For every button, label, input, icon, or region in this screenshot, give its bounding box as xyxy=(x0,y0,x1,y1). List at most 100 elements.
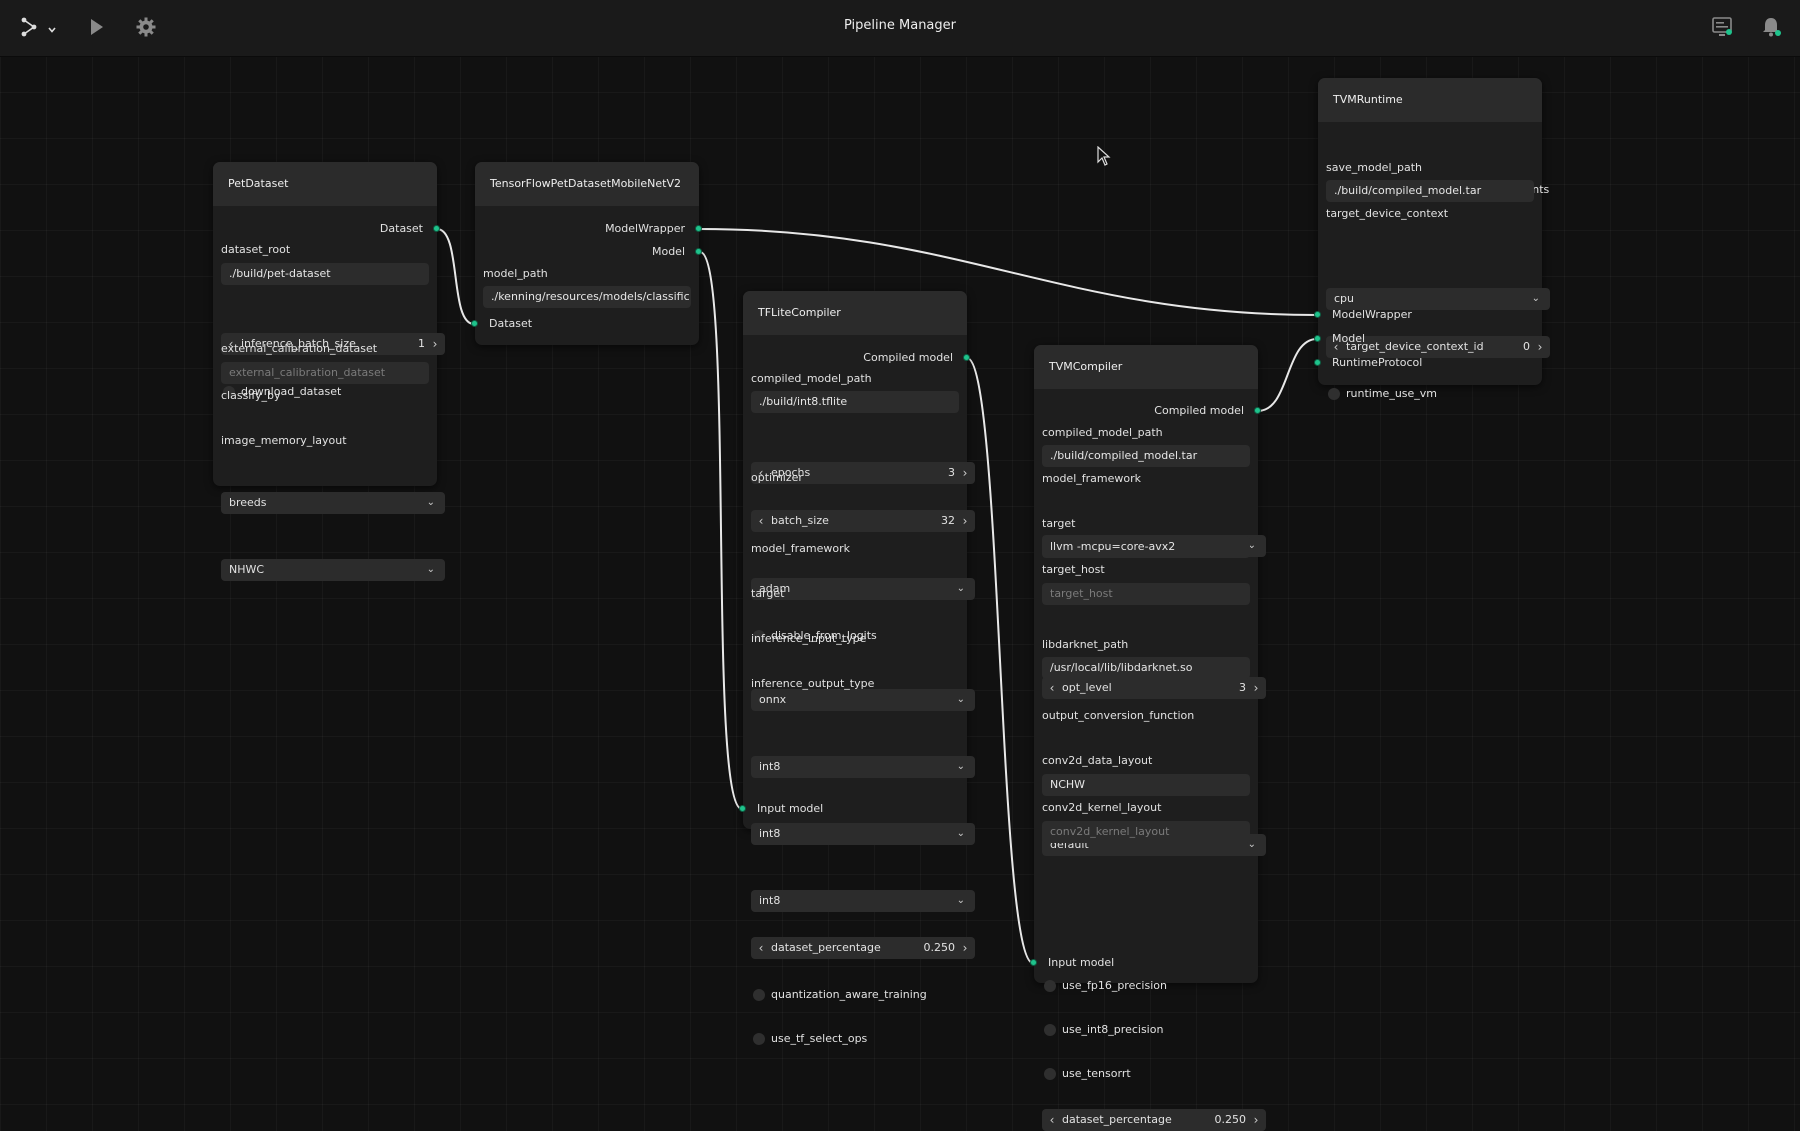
checkbox-label: use_tensorrt xyxy=(1062,1067,1131,1080)
node-title[interactable]: PetDataset xyxy=(213,162,437,206)
stepper-value: 3 xyxy=(1239,681,1246,694)
output-port-compiled-model[interactable] xyxy=(963,354,970,361)
target-input[interactable]: llvm -mcpu=core-avx2 xyxy=(1042,536,1250,558)
opt-level-stepper[interactable]: ‹ opt_level 3 › xyxy=(1042,677,1266,699)
target-select[interactable]: int8 ⌄ xyxy=(751,756,975,778)
chevron-down-icon: ⌄ xyxy=(956,761,965,772)
input-port-dataset[interactable] xyxy=(471,320,478,327)
increment-icon[interactable]: › xyxy=(427,333,443,355)
increment-icon[interactable]: › xyxy=(957,462,973,484)
stepper-label: batch_size xyxy=(771,514,829,527)
select-value: onnx xyxy=(759,693,787,706)
decrement-icon[interactable]: ‹ xyxy=(753,937,769,959)
batch-size-stepper[interactable]: ‹ batch_size 32 › xyxy=(751,510,975,532)
output-compiled-model-label: Compiled model xyxy=(863,351,953,364)
stepper-label: dataset_percentage xyxy=(1062,1113,1172,1126)
increment-icon[interactable]: › xyxy=(1248,677,1264,699)
decrement-icon[interactable]: ‹ xyxy=(753,510,769,532)
select-value: cpu xyxy=(1334,292,1355,305)
output-port-dataset[interactable] xyxy=(433,225,440,232)
input-port-model[interactable] xyxy=(1314,335,1321,342)
increment-icon[interactable]: › xyxy=(957,937,973,959)
output-port-compiled-model[interactable] xyxy=(1254,407,1261,414)
select-value: NHWC xyxy=(229,563,265,576)
input-runtime-protocol-label: RuntimeProtocol xyxy=(1332,356,1423,369)
node-pet-dataset[interactable]: PetDataset Dataset dataset_root ./build/… xyxy=(213,162,445,581)
model-path-input[interactable]: ./kenning/resources/models/classific xyxy=(483,286,691,308)
input-model-wrapper-label: ModelWrapper xyxy=(1332,308,1412,321)
node-title[interactable]: TVMRuntime xyxy=(1318,78,1542,122)
libdarknet-path-input[interactable]: /usr/local/lib/libdarknet.so xyxy=(1042,657,1250,679)
conv2d-data-layout-input[interactable]: NCHW xyxy=(1042,774,1250,796)
model-framework-select[interactable]: onnx ⌄ xyxy=(751,689,975,711)
dataset-root-input[interactable]: ./build/pet-dataset xyxy=(221,263,429,285)
model-framework-label: model_framework xyxy=(1042,472,1141,485)
output-port-model[interactable] xyxy=(695,248,702,255)
conv2d-kernel-layout-input[interactable]: conv2d_kernel_layout xyxy=(1042,821,1250,843)
use-fp16-precision-checkbox[interactable]: use_fp16_precision xyxy=(1042,977,1266,995)
image-memory-layout-select[interactable]: NHWC ⌄ xyxy=(221,559,445,581)
quantization-aware-training-checkbox[interactable]: quantization_aware_training xyxy=(751,986,975,1004)
output-port-model-wrapper[interactable] xyxy=(695,225,702,232)
input-model-label: Model xyxy=(1332,332,1366,345)
checkbox-icon[interactable] xyxy=(1328,388,1340,400)
inference-output-type-label: inference_output_type xyxy=(751,677,875,690)
select-value: int8 xyxy=(759,894,781,907)
node-title[interactable]: TFLiteCompiler xyxy=(743,291,967,335)
use-int8-precision-checkbox[interactable]: use_int8_precision xyxy=(1042,1021,1266,1039)
output-model-label: Model xyxy=(651,245,685,258)
input-port-model-wrapper[interactable] xyxy=(1314,311,1321,318)
node-title[interactable]: TVMCompiler xyxy=(1034,345,1258,389)
save-model-path-input[interactable]: ./build/compiled_model.tar xyxy=(1326,180,1534,202)
inference-input-type-select[interactable]: int8 ⌄ xyxy=(751,823,975,845)
increment-icon[interactable]: › xyxy=(1532,336,1548,358)
increment-icon[interactable]: › xyxy=(1248,1109,1264,1131)
target-label: target xyxy=(751,587,785,600)
target-host-input[interactable]: target_host xyxy=(1042,583,1250,605)
runtime-use-vm-checkbox[interactable]: runtime_use_vm xyxy=(1326,385,1550,403)
inference-output-type-select[interactable]: int8 ⌄ xyxy=(751,890,975,912)
wire-dataset xyxy=(436,228,475,325)
input-port-runtime-protocol[interactable] xyxy=(1314,359,1321,366)
external-calibration-label: external_calibration_dataset xyxy=(221,342,378,355)
checkbox-icon[interactable] xyxy=(1044,1068,1056,1080)
checkbox-label: use_tf_select_ops xyxy=(771,1032,868,1045)
stepper-value: 0.250 xyxy=(1214,1113,1247,1126)
increment-icon[interactable]: › xyxy=(957,510,973,532)
checkbox-icon[interactable] xyxy=(1044,980,1056,992)
chevron-down-icon: ⌄ xyxy=(956,694,965,705)
stepper-value: 0.250 xyxy=(923,941,956,954)
mouse-cursor-icon xyxy=(1097,145,1111,170)
stepper-label: dataset_percentage xyxy=(771,941,881,954)
model-framework-label: model_framework xyxy=(751,542,850,555)
use-tf-select-ops-checkbox[interactable]: use_tf_select_ops xyxy=(751,1030,975,1048)
decrement-icon[interactable]: ‹ xyxy=(1044,677,1060,699)
use-tensorrt-checkbox[interactable]: use_tensorrt xyxy=(1042,1065,1266,1083)
node-tflite-compiler[interactable]: TFLiteCompiler Compiled model compiled_m… xyxy=(739,291,975,1045)
dataset-percentage-stepper[interactable]: ‹ dataset_percentage 0.250 › xyxy=(751,937,975,959)
chevron-down-icon: ⌄ xyxy=(426,497,435,508)
node-tvm-compiler[interactable]: TVMCompiler Compiled model compiled_mode… xyxy=(1030,345,1266,1131)
node-tensorflow-model[interactable]: TensorFlowPetDatasetMobileNetV2 ModelWra… xyxy=(471,162,702,345)
checkbox-icon[interactable] xyxy=(753,1033,765,1045)
node-title[interactable]: TensorFlowPetDatasetMobileNetV2 xyxy=(475,162,699,206)
input-port-model[interactable] xyxy=(739,805,746,812)
input-port-model[interactable] xyxy=(1030,959,1037,966)
chevron-down-icon: ⌄ xyxy=(426,564,435,575)
node-tvm-runtime[interactable]: TVMRuntime disable_performance_measureme… xyxy=(1314,78,1550,400)
decrement-icon[interactable]: ‹ xyxy=(1044,1109,1060,1131)
compiled-model-path-input[interactable]: ./build/int8.tflite xyxy=(751,391,959,413)
checkbox-icon[interactable] xyxy=(1044,1024,1056,1036)
save-model-path-label: save_model_path xyxy=(1326,161,1423,174)
external-calibration-input[interactable]: external_calibration_dataset xyxy=(221,362,429,384)
compiled-model-path-label: compiled_model_path xyxy=(751,372,872,385)
classify-by-select[interactable]: breeds ⌄ xyxy=(221,492,445,514)
dataset-percentage-stepper[interactable]: ‹ dataset_percentage 0.250 › xyxy=(1042,1109,1266,1131)
select-value: int8 xyxy=(759,760,781,773)
input-dataset-label: Dataset xyxy=(489,317,533,330)
classify-by-label: classify_by xyxy=(221,389,281,402)
compiled-model-path-input[interactable]: ./build/compiled_model.tar xyxy=(1042,445,1250,467)
conv2d-data-layout-label: conv2d_data_layout xyxy=(1042,754,1153,767)
checkbox-icon[interactable] xyxy=(753,989,765,1001)
wire-tflite-to-tvmc xyxy=(966,357,1034,964)
